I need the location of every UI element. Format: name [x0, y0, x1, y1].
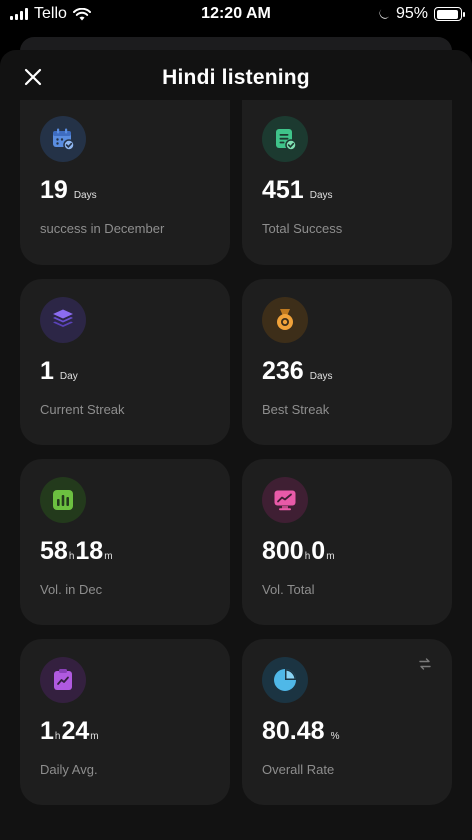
stat-minutes-unit: m [90, 731, 99, 742]
carrier-name: Tello [34, 5, 67, 22]
stat-caption: Vol. in Dec [40, 582, 103, 597]
stat-minutes-unit: m [104, 551, 113, 562]
calendar-check-icon [53, 128, 75, 151]
stat-card-success-month[interactable]: 19 Days success in December [20, 100, 230, 265]
stat-unit: Days [309, 190, 333, 201]
moon-icon [379, 8, 389, 19]
stat-value: 19 Days [40, 176, 210, 205]
stat-number: 80.48 [262, 717, 325, 745]
stat-card-current-streak[interactable]: 1 Day Current Streak [20, 279, 230, 445]
stat-number: 236 [262, 357, 304, 385]
stat-card-volume-total[interactable]: 800 h 0 m Vol. Total [242, 459, 452, 625]
stat-minutes-unit: m [326, 551, 335, 562]
stat-minutes: 24 [61, 717, 90, 745]
battery-icon [434, 7, 465, 21]
medal-icon [277, 309, 293, 330]
stats-sheet: Hindi listening 19 Days success in Decem… [0, 50, 472, 840]
icon-badge [262, 116, 308, 162]
battery-percent: 95% [395, 5, 428, 22]
stat-number: 1 [40, 357, 54, 385]
close-button[interactable] [22, 66, 44, 88]
layers-icon [53, 309, 73, 327]
stat-card-volume-month[interactable]: 58 h 18 m Vol. in Dec [20, 459, 230, 625]
stat-caption: Daily Avg. [40, 762, 98, 777]
icon-badge [40, 477, 86, 523]
stat-value: 80.48 % [262, 717, 432, 746]
stat-caption: success in December [40, 221, 165, 236]
stat-caption: Current Streak [40, 402, 125, 417]
stat-caption: Overall Rate [262, 762, 335, 777]
stat-value: 58 h 18 m [40, 537, 210, 566]
stat-unit: Day [59, 371, 78, 382]
stat-unit: Days [73, 190, 97, 201]
icon-badge [262, 657, 308, 703]
stat-value: 1 h 24 m [40, 717, 210, 746]
stat-value: 451 Days [262, 176, 432, 205]
stat-card-total-success[interactable]: 451 Days Total Success [242, 100, 452, 265]
pie-chart-icon [274, 669, 296, 691]
icon-badge [262, 477, 308, 523]
stat-number: 451 [262, 176, 304, 204]
stat-card-daily-average[interactable]: 1 h 24 m Daily Avg. [20, 639, 230, 805]
status-right: 95% [377, 5, 465, 23]
swap-arrows-icon[interactable] [418, 657, 432, 671]
status-bar: Tello 12:20 AM 95% [0, 0, 472, 28]
status-left: Tello [10, 5, 91, 23]
icon-badge [40, 657, 86, 703]
sheet-header: Hindi listening [0, 50, 472, 106]
stat-hours-unit: h [304, 551, 311, 562]
stat-hours-unit: h [54, 731, 61, 742]
wifi-icon [72, 7, 91, 20]
stat-number: 19 [40, 176, 68, 204]
stat-value: 236 Days [262, 357, 432, 386]
stat-hours-unit: h [68, 551, 75, 562]
stat-hours: 58 [40, 537, 68, 565]
sheet-title: Hindi listening [162, 66, 310, 89]
stats-grid: 19 Days success in December 451 Days Tot… [20, 100, 452, 805]
stat-minutes: 18 [75, 537, 104, 565]
stat-value: 800 h 0 m [262, 537, 432, 566]
stat-caption: Best Streak [262, 402, 330, 417]
monitor-trend-icon [274, 490, 296, 511]
clipboard-trend-icon [54, 669, 72, 690]
stat-value: 1 Day [40, 357, 210, 386]
checklist-icon [276, 129, 297, 151]
icon-badge [40, 116, 86, 162]
stat-unit: Days [309, 371, 333, 382]
stat-minutes: 0 [311, 537, 326, 565]
bar-chart-icon [53, 490, 73, 510]
stat-hours: 800 [262, 537, 304, 565]
stat-caption: Total Success [262, 221, 343, 236]
stat-caption: Vol. Total [262, 582, 315, 597]
cellular-signal-icon [10, 8, 28, 20]
stat-hours: 1 [40, 717, 54, 745]
icon-badge [262, 297, 308, 343]
stat-unit: % [330, 731, 340, 742]
stat-card-best-streak[interactable]: 236 Days Best Streak [242, 279, 452, 445]
icon-badge [40, 297, 86, 343]
stat-card-overall-rate[interactable]: 80.48 % Overall Rate [242, 639, 452, 805]
